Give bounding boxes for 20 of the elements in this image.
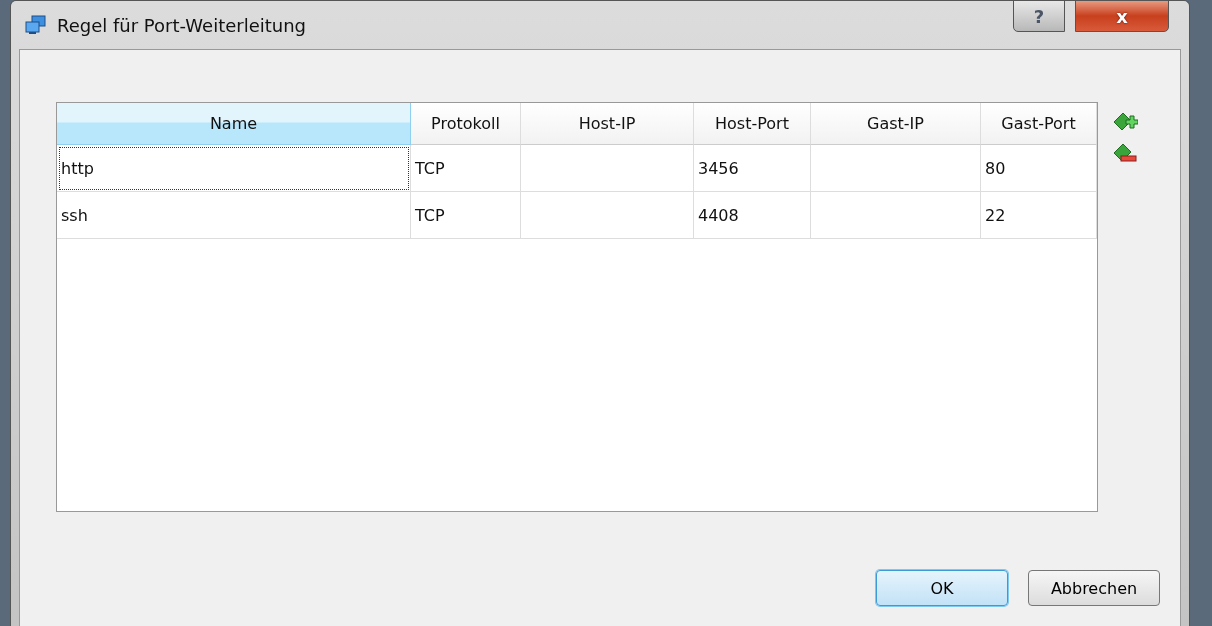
column-header[interactable]: Protokoll [411, 103, 521, 145]
close-button[interactable]: x [1075, 0, 1169, 32]
table-cell: TCP [411, 145, 521, 192]
table-cell: http [57, 145, 411, 192]
column-header[interactable]: Host-IP [521, 103, 694, 145]
dialog-button[interactable]: OK [876, 570, 1008, 606]
window-title: Regel für Port-Weiterleitung [57, 14, 307, 36]
column-header[interactable]: Name [57, 103, 411, 145]
column-header[interactable]: Gast-Port [981, 103, 1097, 145]
table-cell: ssh [57, 192, 411, 239]
dialog-button[interactable]: Abbrechen [1028, 570, 1160, 606]
windows-icon [25, 15, 47, 35]
table-cell: TCP [411, 192, 521, 239]
table-cell: 3456 [694, 145, 811, 192]
table-cell: 4408 [694, 192, 811, 239]
table-cell: 22 [981, 192, 1097, 239]
table-cell: 80 [981, 145, 1097, 192]
help-button[interactable]: ? [1013, 0, 1065, 32]
column-header[interactable]: Host-Port [694, 103, 811, 145]
column-header[interactable]: Gast-IP [811, 103, 981, 145]
